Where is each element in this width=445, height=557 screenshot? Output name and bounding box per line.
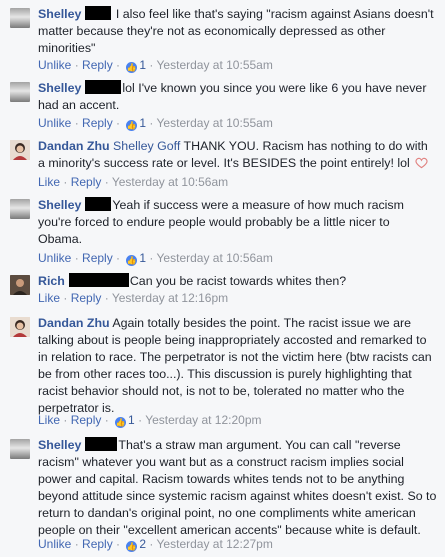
unlike-link[interactable]: Unlike [38,251,71,265]
thumbs-up-icon: 👍 [126,120,138,131]
unlike-link[interactable]: Unlike [38,58,71,72]
reply-link[interactable]: Reply [82,537,113,551]
avatar[interactable] [10,140,30,160]
like-link[interactable]: Like [38,175,60,189]
comment-actions: Unlike · Reply · 👍 1 · Yesterday at 10:55… [38,116,273,131]
redacted-surname [85,6,112,20]
commenter-name[interactable]: Shelley [38,81,81,95]
timestamp[interactable]: Yesterday at 12:27pm [157,537,273,551]
reply-link[interactable]: Reply [82,58,113,72]
timestamp[interactable]: Yesterday at 10:56am [157,251,273,265]
comment-actions: Like · Reply · Yesterday at 12:16pm [38,291,229,305]
like-link[interactable]: Like [38,291,60,305]
comment-text: That's a straw man argument. You can cal… [38,438,437,537]
comment-actions: Unlike · Reply · 👍 1 · Yesterday at 10:56… [38,251,273,266]
redacted-surname [68,273,129,287]
like-count[interactable]: 1 [128,413,135,427]
reply-link[interactable]: Reply [71,413,102,427]
timestamp[interactable]: Yesterday at 12:20pm [145,413,261,427]
thumbs-up-icon: 👍 [115,417,127,428]
thumbs-up-icon: 👍 [126,541,138,552]
comment-actions: Unlike · Reply · 👍 1 · Yesterday at 10:55… [38,58,273,73]
timestamp[interactable]: Yesterday at 10:55am [157,58,273,72]
commenter-name[interactable]: Shelley [38,438,81,452]
reply-link[interactable]: Reply [71,291,102,305]
comment-actions: Unlike · Reply · 👍 2 · Yesterday at 12:27… [38,537,273,552]
avatar[interactable] [10,439,30,459]
comment-actions: Like · Reply · Yesterday at 10:56am [38,175,229,189]
commenter-name[interactable]: Dandan Zhu [38,316,110,330]
timestamp[interactable]: Yesterday at 12:16pm [112,291,228,305]
comment-thread: Shelley I also feel like that's saying "… [0,0,445,557]
commenter-name[interactable]: Shelley [38,198,81,212]
thumbs-up-icon: 👍 [126,62,138,73]
avatar[interactable] [10,82,30,102]
like-link[interactable]: Like [38,413,60,427]
unlike-link[interactable]: Unlike [38,537,71,551]
avatar[interactable] [10,317,30,337]
thumbs-up-icon: 👍 [126,255,138,266]
redacted-surname [85,437,118,451]
redacted-surname [85,197,112,211]
redacted-surname [85,80,122,94]
avatar[interactable] [10,8,30,28]
mention-link[interactable]: Shelley Goff [113,139,180,153]
timestamp[interactable]: Yesterday at 10:56am [112,175,228,189]
heart-icon [415,157,428,169]
commenter-name[interactable]: Dandan Zhu [38,139,110,153]
reply-link[interactable]: Reply [82,116,113,130]
reply-link[interactable]: Reply [71,175,102,189]
unlike-link[interactable]: Unlike [38,116,71,130]
comment-text: Again totally besides the point. The rac… [38,316,432,415]
avatar[interactable] [10,199,30,219]
avatar[interactable] [10,275,30,295]
comment-text: Can you be racist towards whites then? [129,274,347,288]
comment-actions: Like · Reply · 👍 1 · Yesterday at 12:20pm [38,413,262,428]
timestamp[interactable]: Yesterday at 10:55am [157,116,273,130]
reply-link[interactable]: Reply [82,251,113,265]
commenter-name[interactable]: Rich [38,274,65,288]
commenter-name[interactable]: Shelley [38,7,81,21]
